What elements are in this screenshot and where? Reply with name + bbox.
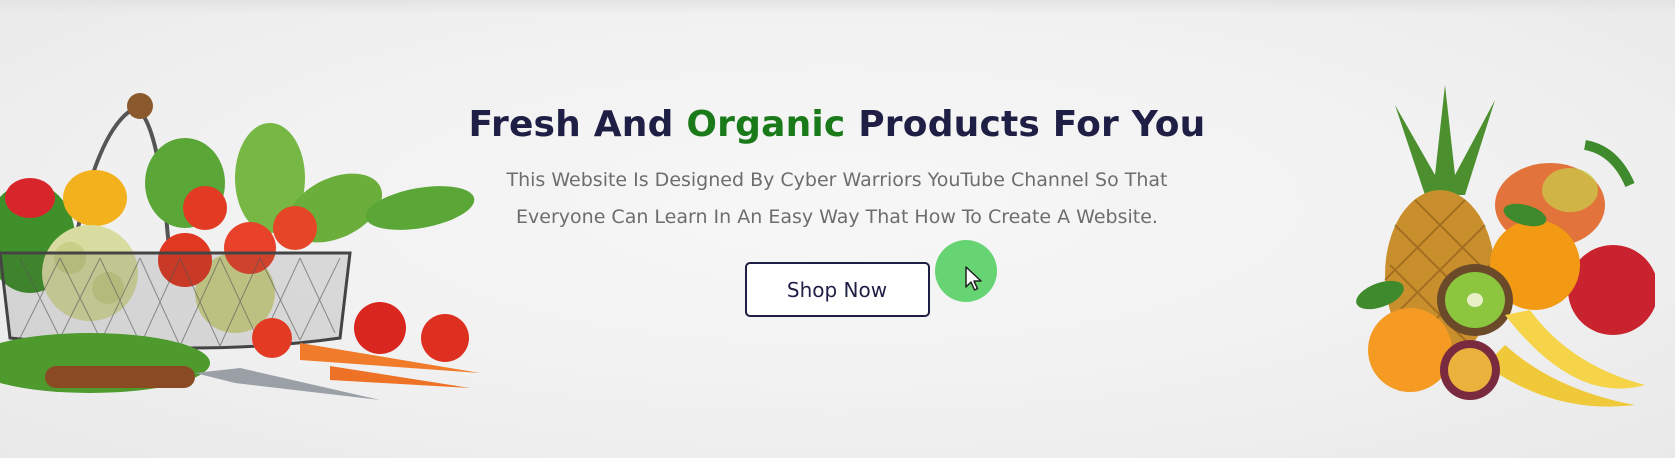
description-line-1: This Website Is Designed By Cyber Warrio… [506, 169, 1168, 191]
mouse-pointer-icon [965, 266, 983, 292]
hero-content: Fresh And Organic Products For You This … [437, 100, 1237, 317]
top-shadow [0, 0, 1675, 14]
fruit-pile-image [1355, 85, 1655, 415]
hero-title: Fresh And Organic Products For You [437, 100, 1237, 150]
hero-banner: Fresh And Organic Products For You This … [0, 0, 1675, 458]
description-line-2: Everyone Can Learn In An Easy Way That H… [516, 206, 1158, 228]
cursor-highlight [935, 240, 997, 302]
title-part-1: Fresh And [468, 104, 687, 145]
shop-now-button[interactable]: Shop Now [744, 262, 930, 317]
title-accent: Organic [686, 104, 846, 145]
vegetable-basket-image [0, 88, 480, 428]
title-part-2: Products For You [845, 104, 1206, 145]
hero-description: This Website Is Designed By Cyber Warrio… [457, 162, 1217, 236]
